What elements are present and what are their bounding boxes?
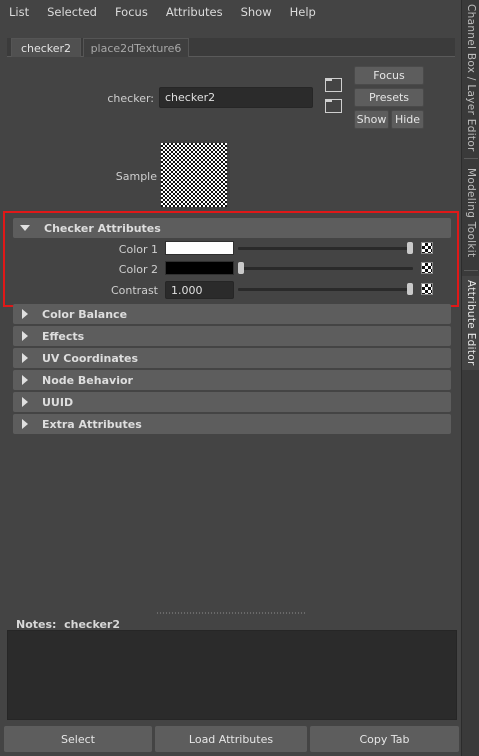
color1-map-icon[interactable] [421, 242, 433, 254]
side-tab-divider [464, 270, 478, 271]
frame-uuid[interactable]: UUID [13, 392, 451, 412]
tab-attribute-editor-label: Attribute Editor [465, 280, 477, 366]
frame-color-balance[interactable]: Color Balance [13, 304, 451, 324]
frame-label: Node Behavior [42, 373, 133, 387]
tab-modeling-toolkit-label: Modeling Toolkit [465, 168, 477, 258]
tab-place2dtexture6[interactable]: place2dTexture6 [83, 38, 189, 57]
frame-label: Checker Attributes [44, 221, 161, 235]
show-button[interactable]: Show [354, 110, 389, 129]
color1-label: Color 1 [118, 243, 158, 256]
frame-label: UV Coordinates [42, 351, 139, 365]
color1-slider-handle[interactable] [407, 242, 413, 254]
color1-slider-track[interactable] [238, 247, 413, 250]
frame-checker-attributes[interactable]: Checker Attributes [13, 218, 451, 238]
color2-slider-handle[interactable] [238, 262, 244, 274]
color2-slider-track[interactable] [238, 267, 413, 270]
menu-help[interactable]: Help [287, 3, 319, 21]
output-connection-icon[interactable] [325, 99, 342, 113]
copy-tab-button[interactable]: Copy Tab [310, 726, 459, 752]
contrast-map-icon[interactable] [421, 283, 433, 295]
select-button[interactable]: Select [4, 726, 152, 752]
menu-list[interactable]: List [6, 3, 32, 21]
node-tab-bar: checker2 place2dTexture6 [7, 38, 455, 57]
tab-attribute-editor[interactable]: Attribute Editor [462, 276, 479, 370]
chevron-down-icon [20, 225, 30, 231]
frame-extra-attributes[interactable]: Extra Attributes [13, 414, 451, 434]
focus-button[interactable]: Focus [354, 66, 424, 85]
contrast-field[interactable]: 1.000 [165, 281, 234, 299]
sample-swatch [161, 143, 227, 207]
color1-swatch[interactable] [165, 241, 234, 255]
input-connection-icon[interactable] [325, 78, 342, 92]
notes-textarea[interactable] [7, 630, 457, 720]
color2-swatch[interactable] [165, 261, 234, 275]
chevron-right-icon [22, 331, 28, 341]
menu-selected[interactable]: Selected [44, 3, 100, 21]
frame-node-behavior[interactable]: Node Behavior [13, 370, 451, 390]
side-tab-divider [464, 158, 478, 159]
color2-map-icon[interactable] [421, 262, 433, 274]
tab-modeling-toolkit[interactable]: Modeling Toolkit [462, 166, 479, 260]
menu-focus[interactable]: Focus [112, 3, 151, 21]
frame-label: Color Balance [42, 307, 128, 321]
menu-show[interactable]: Show [238, 3, 275, 21]
sample-label: Sample [115, 170, 157, 183]
menu-bar: List Selected Focus Attributes Show Help [0, 0, 461, 24]
frame-label: Effects [42, 329, 85, 343]
side-tab-strip: Channel Box / Layer Editor Modeling Tool… [461, 0, 479, 756]
frame-uv-coordinates[interactable]: UV Coordinates [13, 348, 451, 368]
node-name-field[interactable]: checker2 [159, 87, 313, 108]
hide-button[interactable]: Hide [391, 110, 424, 129]
color2-label: Color 2 [118, 263, 158, 276]
node-name-label: checker: [107, 92, 154, 105]
contrast-slider-handle[interactable] [407, 283, 413, 295]
tab-channel-box-label: Channel Box / Layer Editor [465, 4, 477, 152]
chevron-right-icon [22, 375, 28, 385]
chevron-right-icon [22, 419, 28, 429]
load-attributes-button[interactable]: Load Attributes [155, 726, 307, 752]
notes-splitter-handle[interactable] [156, 612, 306, 614]
tab-channel-box[interactable]: Channel Box / Layer Editor [462, 4, 479, 152]
chevron-right-icon [22, 397, 28, 407]
frame-effects[interactable]: Effects [13, 326, 451, 346]
frame-label: Extra Attributes [42, 417, 142, 431]
frame-label: UUID [42, 395, 74, 409]
presets-button[interactable]: Presets [354, 88, 424, 107]
contrast-slider-track[interactable] [238, 288, 413, 291]
chevron-right-icon [22, 353, 28, 363]
tab-checker2[interactable]: checker2 [11, 38, 81, 57]
menu-attributes[interactable]: Attributes [163, 3, 226, 21]
chevron-right-icon [22, 309, 28, 319]
contrast-label: Contrast [110, 284, 158, 297]
